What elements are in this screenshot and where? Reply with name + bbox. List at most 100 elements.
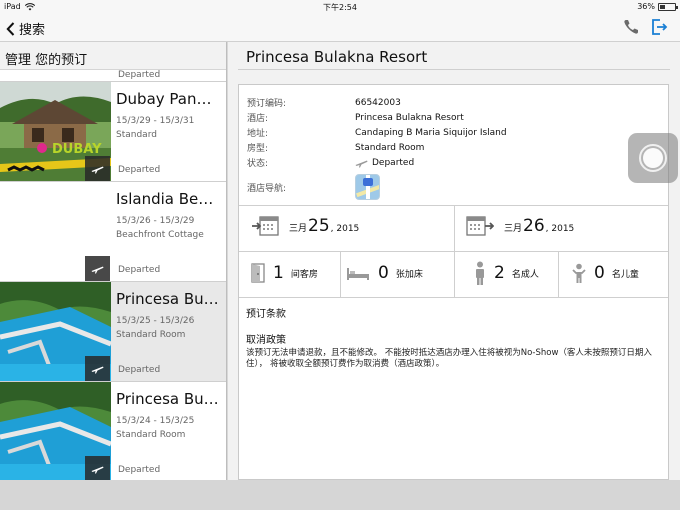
departed-badge <box>85 256 110 281</box>
hotel-value: Princesa Bulakna Resort <box>355 112 464 123</box>
child-count-value: 0 <box>594 263 605 283</box>
calendar-checkout-icon <box>466 216 494 236</box>
room-type: Standard Room <box>116 330 186 340</box>
booking-detail-panel: Princesa Bulakna Resort 预订编码: 66542003 酒… <box>228 42 680 480</box>
airplane-icon <box>91 266 104 273</box>
booking-status: Departed <box>118 265 161 275</box>
extra-bed-value: 0 <box>378 263 389 283</box>
room-value: Standard Room <box>355 142 425 153</box>
hotel-name: Princesa Bul… <box>116 290 220 308</box>
phone-icon[interactable] <box>622 18 640 36</box>
check-out-month: 三月 <box>504 224 523 234</box>
list-item[interactable]: Islandia Bea… 15/3/26 - 15/3/29 Beachfro… <box>0 182 226 282</box>
chevron-left-icon <box>6 21 15 36</box>
departed-badge <box>85 456 110 480</box>
check-in-month: 三月 <box>289 224 308 234</box>
child-person-icon <box>572 263 586 283</box>
back-button[interactable]: 搜索 <box>6 19 45 38</box>
hotel-navigation-label: 酒店导航: <box>247 183 287 194</box>
room-count: 1 间客房 <box>251 263 318 283</box>
extra-bed-unit: 张加床 <box>395 269 423 280</box>
list-item[interactable]: Princesa Bul… 15/3/25 - 15/3/26 Standard… <box>0 282 226 382</box>
bookings-sidebar: 管理 您的预订 Departed DUBAY Dubay Pang… 15/3/… <box>0 42 227 480</box>
booking-status: Departed <box>118 165 161 175</box>
clock: 下午2:54 <box>323 3 357 12</box>
thumbnail-sign-text: DUBAY <box>52 142 102 157</box>
navigation-bar: 搜索 <box>0 13 680 42</box>
adult-count-value: 2 <box>494 263 505 283</box>
hotel-label: 酒店: <box>247 114 269 124</box>
door-icon <box>251 263 265 283</box>
bottom-bar <box>0 480 680 510</box>
divider <box>454 205 455 251</box>
child-count: 0 名儿童 <box>572 263 639 283</box>
room-count-value: 1 <box>273 263 284 283</box>
status-value: Departed <box>372 157 415 168</box>
room-type: Beachfront Cottage <box>116 230 204 240</box>
check-in-year: , 2015 <box>330 224 360 234</box>
booking-number-label: 预订编码: <box>247 99 287 109</box>
departed-badge <box>85 156 110 181</box>
status-bar: iPad 下午2:54 36% <box>0 0 680 13</box>
check-in-day: 25 <box>308 216 330 236</box>
booking-number: 66542003 <box>355 97 401 108</box>
booking-status: Departed <box>118 70 161 80</box>
adult-count-unit: 名成人 <box>511 269 539 280</box>
list-item[interactable]: Princesa Bul… 15/3/24 - 15/3/25 Standard… <box>0 382 226 480</box>
check-out-day: 26 <box>523 216 545 236</box>
booking-terms: 预订条款 取消政策 该预订无法申请退款，且不能修改。 不能按时抵达酒店办理入住将… <box>246 305 660 370</box>
address-label: 地址: <box>247 129 269 139</box>
terms-heading: 预订条款 <box>246 309 286 320</box>
sidebar-title: 管理 您的预订 <box>0 42 226 70</box>
page-title: Princesa Bulakna Resort <box>246 48 428 66</box>
airplane-icon <box>91 366 104 373</box>
booking-status: Departed <box>118 365 161 375</box>
room-type: Standard Room <box>116 430 186 440</box>
bed-icon <box>347 268 369 280</box>
assistive-touch-button[interactable] <box>628 133 678 183</box>
hotel-name: Princesa Bul… <box>116 390 220 408</box>
extra-bed-count: 0 张加床 <box>346 263 423 283</box>
adult-count: 2 名成人 <box>474 261 539 285</box>
calendar-checkin-icon <box>252 216 279 236</box>
stay-dates: 15/3/26 - 15/3/29 <box>116 216 195 226</box>
divider <box>454 251 455 297</box>
battery-fill <box>660 4 666 9</box>
divider <box>558 251 559 297</box>
maps-icon[interactable] <box>355 174 380 200</box>
room-type: Standard <box>116 130 157 140</box>
stay-dates: 15/3/25 - 15/3/26 <box>116 316 195 326</box>
hotel-name: Islandia Bea… <box>116 190 220 208</box>
list-item[interactable]: DUBAY Dubay Pang… 15/3/29 - 15/3/31 Stan… <box>0 82 226 182</box>
check-out-year: , 2015 <box>545 224 575 234</box>
battery-percent: 36% <box>637 2 655 11</box>
hotel-name: Dubay Pang… <box>116 90 220 108</box>
departed-badge <box>85 356 110 381</box>
booking-list: Departed DUBAY Dubay Pang… 15/3/29 - 15/… <box>0 70 226 480</box>
divider <box>340 251 341 297</box>
booking-status: Departed <box>118 465 161 475</box>
cancellation-policy: 该预订无法申请退款，且不能修改。 不能按时抵达酒店办理入住将被视为No-Show… <box>246 348 652 369</box>
address-value: Candaping B Maria Siquijor Island <box>355 127 507 138</box>
list-item[interactable]: Departed <box>0 70 226 82</box>
booking-details: 预订编码: 66542003 酒店: Princesa Bulakna Reso… <box>247 95 647 202</box>
check-out-date: 三月 26 , 2015 <box>466 215 574 237</box>
airplane-icon <box>91 166 104 173</box>
stay-dates: 15/3/24 - 15/3/25 <box>116 416 195 426</box>
divider <box>239 297 668 298</box>
airplane-icon <box>91 466 104 473</box>
cancellation-heading: 取消政策 <box>246 335 286 346</box>
room-label: 房型: <box>247 144 269 154</box>
divider <box>238 69 670 70</box>
back-label: 搜索 <box>19 23 46 38</box>
adult-person-icon <box>476 261 484 285</box>
check-in-date: 三月 25 , 2015 <box>251 215 359 237</box>
battery-icon <box>658 2 678 11</box>
status-label: 状态: <box>247 159 269 169</box>
child-count-unit: 名儿童 <box>611 269 639 280</box>
booking-card: 预订编码: 66542003 酒店: Princesa Bulakna Reso… <box>238 84 669 480</box>
logout-icon[interactable] <box>650 18 668 36</box>
room-count-unit: 间客房 <box>290 269 318 280</box>
stay-dates: 15/3/29 - 15/3/31 <box>116 116 195 126</box>
airplane-icon <box>355 160 368 167</box>
